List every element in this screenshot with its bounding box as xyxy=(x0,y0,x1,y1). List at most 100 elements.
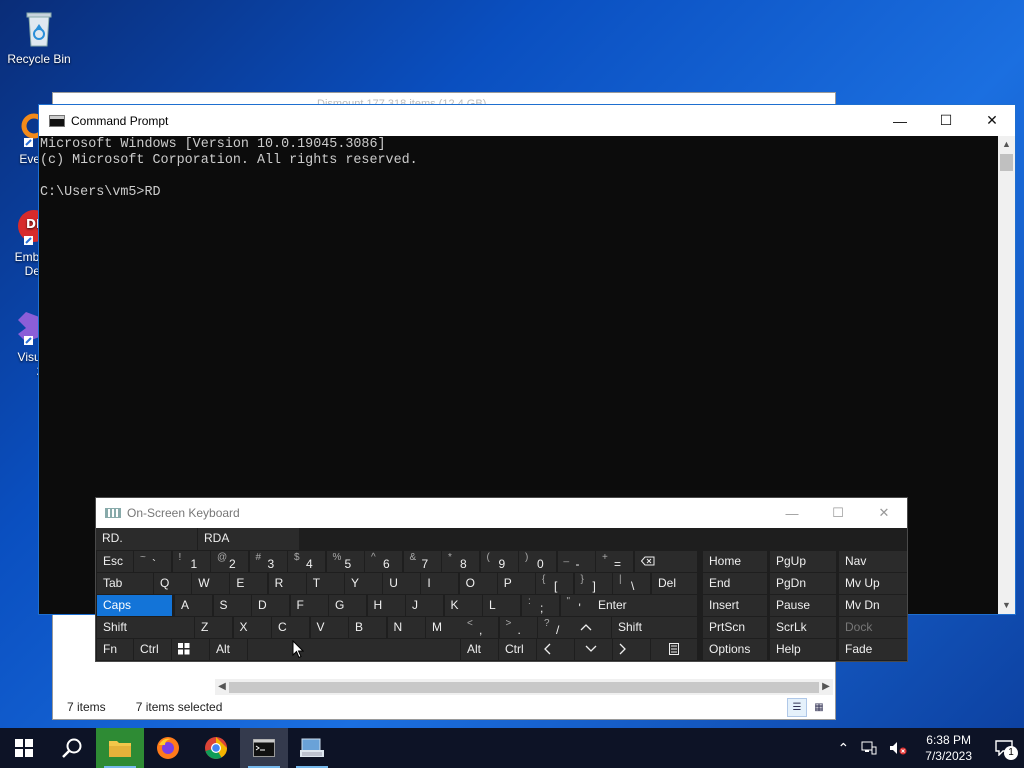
key-x[interactable]: X xyxy=(233,617,271,638)
close-button[interactable]: ✕ xyxy=(969,105,1015,136)
key-ctrl-left[interactable]: Ctrl xyxy=(134,639,171,660)
details-view-icon[interactable]: ☰ xyxy=(787,698,807,717)
key-7[interactable]: & 7 xyxy=(403,551,441,572)
osk-titlebar[interactable]: On-Screen Keyboard — ☐ ✕ xyxy=(96,498,907,528)
desktop-icon-recycle-bin[interactable]: Recycle Bin xyxy=(1,8,77,66)
key-sym[interactable]: }] xyxy=(574,573,612,594)
key-page-down[interactable]: PgDn xyxy=(770,573,836,594)
notification-center-button[interactable]: 1 xyxy=(984,728,1024,768)
scroll-thumb[interactable] xyxy=(229,682,819,693)
chevron-up-icon[interactable]: ⌃ xyxy=(838,740,850,757)
key-v[interactable]: V xyxy=(310,617,348,638)
key-shift-left[interactable]: Shift xyxy=(97,617,194,638)
key-r[interactable]: R xyxy=(268,573,306,594)
key-backspace[interactable] xyxy=(635,551,697,572)
scroll-right-icon[interactable]: ▶ xyxy=(819,679,833,695)
start-button[interactable] xyxy=(0,728,48,768)
taskbar-firefox[interactable] xyxy=(144,728,192,768)
taskbar-file-explorer[interactable] xyxy=(96,728,144,768)
key-l[interactable]: L xyxy=(483,595,520,616)
key-dock[interactable]: Dock xyxy=(839,617,907,638)
key-arrow-up[interactable] xyxy=(574,617,611,638)
key-=[interactable]: + = xyxy=(596,551,633,572)
key-del[interactable]: Del xyxy=(652,573,697,594)
key-h[interactable]: H xyxy=(367,595,405,616)
key-w[interactable]: W xyxy=(192,573,230,594)
key-fade[interactable]: Fade xyxy=(839,639,907,660)
key-ctrl-right[interactable]: Ctrl xyxy=(499,639,536,660)
key-arrow-right[interactable] xyxy=(613,639,650,660)
key-windows[interactable] xyxy=(172,639,209,660)
key-6[interactable]: ^ 6 xyxy=(365,551,402,572)
key-esc[interactable]: Esc xyxy=(97,551,133,572)
scroll-thumb[interactable] xyxy=(1000,154,1013,171)
key-e[interactable]: E xyxy=(230,573,268,594)
cmd-titlebar[interactable]: Command Prompt — ☐ ✕ xyxy=(39,105,1015,136)
key-q[interactable]: Q xyxy=(154,573,191,594)
prediction-item[interactable]: RDA xyxy=(198,528,299,550)
maximize-button[interactable]: ☐ xyxy=(923,105,969,136)
taskbar-clock[interactable]: 6:38 PM 7/3/2023 xyxy=(925,732,972,764)
key-move-up[interactable]: Mv Up xyxy=(839,573,907,594)
key-`[interactable]: ~ ` xyxy=(134,551,171,572)
prediction-item[interactable]: RD. xyxy=(96,528,197,550)
key-sym[interactable]: | \ xyxy=(613,573,650,594)
key-9[interactable]: (9 xyxy=(480,551,518,572)
key-insert[interactable]: Insert xyxy=(703,595,767,616)
scroll-left-icon[interactable]: ◀ xyxy=(215,679,229,695)
scroll-down-icon[interactable]: ▼ xyxy=(998,597,1015,614)
on-screen-keyboard-window[interactable]: On-Screen Keyboard — ☐ ✕ RD. RDA Esc ~ `! 1… xyxy=(95,497,908,662)
key-arrow-down[interactable] xyxy=(575,639,612,660)
taskbar-on-screen-keyboard[interactable] xyxy=(288,728,336,768)
key-fn[interactable]: Fn xyxy=(97,639,133,660)
cmd-vertical-scrollbar[interactable]: ▲ ▼ xyxy=(998,136,1015,614)
close-button[interactable]: ✕ xyxy=(861,498,907,528)
key-g[interactable]: G xyxy=(329,595,366,616)
key--[interactable]: _ - xyxy=(557,551,595,572)
key-sym[interactable]: ? / xyxy=(538,617,575,638)
key-d[interactable]: D xyxy=(252,595,289,616)
key-sym[interactable]: >. xyxy=(499,617,537,638)
key-j[interactable]: J xyxy=(406,595,443,616)
key-context-menu[interactable] xyxy=(651,639,697,660)
key-8[interactable]: * 8 xyxy=(442,551,479,572)
key-tab[interactable]: Tab xyxy=(97,573,153,594)
key-alt-left[interactable]: Alt xyxy=(210,639,247,660)
key-scroll-lock[interactable]: ScrLk xyxy=(770,617,836,638)
key-help[interactable]: Help xyxy=(770,639,836,660)
key-2[interactable]: @2 xyxy=(211,551,248,572)
key-4[interactable]: $4 xyxy=(288,551,325,572)
key-move-down[interactable]: Mv Dn xyxy=(839,595,907,616)
key-alt-right[interactable]: Alt xyxy=(461,639,498,660)
key-print-screen[interactable]: PrtScn xyxy=(703,617,767,638)
scroll-up-icon[interactable]: ▲ xyxy=(998,136,1015,153)
maximize-button[interactable]: ☐ xyxy=(815,498,861,528)
key-space[interactable] xyxy=(248,639,460,660)
key-caps-lock[interactable]: Caps xyxy=(97,595,172,616)
key-options[interactable]: Options xyxy=(703,639,767,660)
key-o[interactable]: O xyxy=(459,573,497,594)
search-button[interactable] xyxy=(48,728,96,768)
explorer-horizontal-scrollbar[interactable]: ◀ ▶ xyxy=(215,679,833,695)
key-m[interactable]: M xyxy=(426,617,463,638)
volume-muted-icon[interactable] xyxy=(889,741,907,755)
key-arrow-left[interactable] xyxy=(537,639,574,660)
minimize-button[interactable]: — xyxy=(769,498,815,528)
key-t[interactable]: T xyxy=(306,573,344,594)
large-icons-view-icon[interactable]: ▦ xyxy=(809,698,829,717)
key-1[interactable]: ! 1 xyxy=(172,551,210,572)
key-5[interactable]: % 5 xyxy=(326,551,364,572)
key-shift-right[interactable]: Shift xyxy=(612,617,697,638)
key-0[interactable]: ) 0 xyxy=(519,551,556,572)
key-sym[interactable]: :; xyxy=(522,595,559,616)
key-home[interactable]: Home xyxy=(703,551,767,572)
key-pause[interactable]: Pause xyxy=(770,595,836,616)
key-nav[interactable]: Nav xyxy=(839,551,907,572)
key-y[interactable]: Y xyxy=(345,573,382,594)
taskbar-chrome[interactable] xyxy=(192,728,240,768)
key-a[interactable]: A xyxy=(175,595,212,616)
key-n[interactable]: N xyxy=(387,617,425,638)
key-f[interactable]: F xyxy=(290,595,328,616)
key-c[interactable]: C xyxy=(272,617,309,638)
key-3[interactable]: #3 xyxy=(249,551,287,572)
